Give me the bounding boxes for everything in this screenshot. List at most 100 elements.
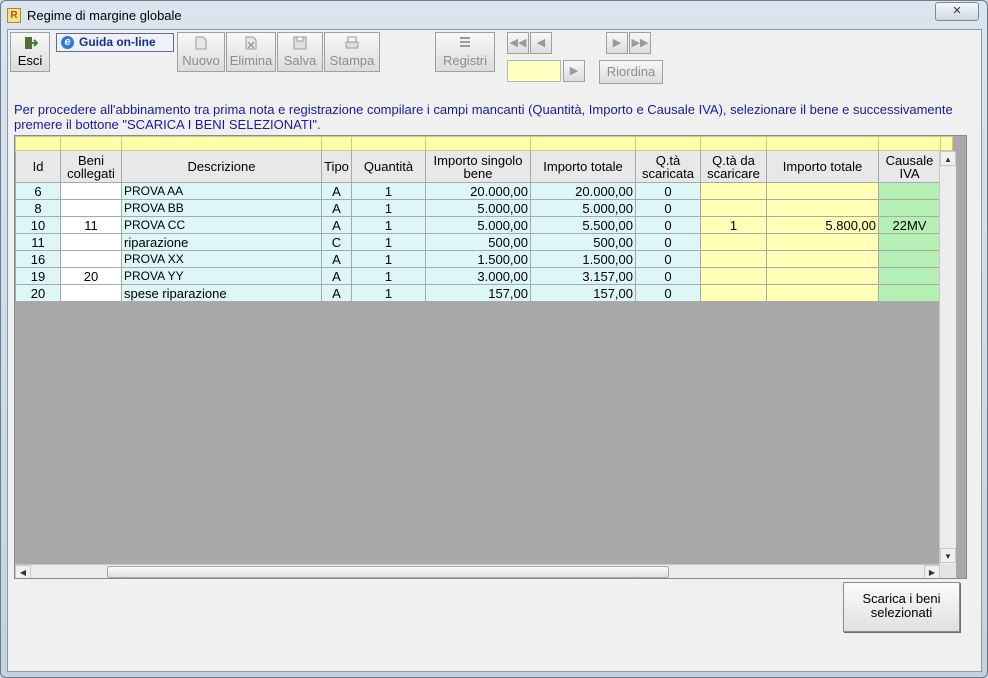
last-record-button[interactable]: ▶▶ — [629, 32, 651, 54]
instructions-text: Per procedere all'abbinamento tra prima … — [14, 102, 953, 132]
filter-row — [15, 136, 954, 151]
cell-qta-da-scaricare[interactable] — [700, 233, 767, 251]
guida-online-button[interactable]: e Guida on-line — [56, 33, 174, 52]
cell-qta-da-scaricare[interactable] — [700, 199, 767, 217]
cell-quantita: 1 — [351, 284, 426, 302]
table-row[interactable]: 1920PROVA YYA13.000,003.157,0003 — [15, 267, 954, 285]
cell-importo-singolo: 5.000,00 — [425, 216, 531, 234]
cell-importo-totale: 20.000,00 — [530, 182, 636, 200]
table-row[interactable]: 10 11 PROVA CC A 1 5.000,00 5.500,00 0 1 5.800,00… — [15, 216, 954, 234]
table-row[interactable]: 6PROVA AAA120.000,0020.000,0003 — [15, 182, 954, 200]
cell-causale-iva[interactable] — [878, 284, 941, 302]
cell-importo-totale-scarico[interactable]: 5.800,00 — [766, 216, 879, 234]
cell-causale-iva[interactable] — [878, 233, 941, 251]
cell-causale-iva[interactable] — [878, 182, 941, 200]
cell-qta-scaricata: 0 — [635, 182, 701, 200]
registri-button[interactable]: Registri — [435, 32, 495, 72]
table-row[interactable]: 16PROVA XXA11.500,001.500,0003 — [15, 250, 954, 268]
col-header-importo-singolo[interactable]: Importo singolo bene — [425, 150, 531, 183]
scroll-right-button[interactable]: ▶ — [924, 565, 940, 578]
col-header-qta-scaricata[interactable]: Q.tà scaricata — [635, 150, 701, 183]
table-row[interactable]: 20spese riparazioneA1157,00157,0003 — [15, 284, 954, 302]
col-header-quantita[interactable]: Quantità — [351, 150, 426, 183]
printer-icon — [325, 35, 379, 53]
cell-importo-totale-scarico[interactable] — [766, 284, 879, 302]
riordina-button[interactable]: Riordina — [599, 60, 663, 84]
cell-id: 16 — [15, 250, 61, 268]
cell-descrizione: PROVA XX — [121, 250, 322, 268]
cell-importo-totale-scarico[interactable] — [766, 250, 879, 268]
col-header-tipo[interactable]: Tipo — [321, 150, 352, 183]
next-record-button[interactable]: ▶ — [606, 32, 628, 54]
first-record-button[interactable]: ◀◀ — [507, 32, 529, 54]
cell-importo-totale-scarico[interactable] — [766, 233, 879, 251]
elimina-button[interactable]: Elimina — [226, 32, 276, 72]
cell-qta-da-scaricare[interactable] — [700, 284, 767, 302]
horizontal-scroll-thumb[interactable] — [107, 566, 669, 578]
internet-explorer-icon: e — [61, 36, 74, 49]
col-header-beni-collegati[interactable]: Beni collegati — [60, 150, 122, 183]
cell-id: 8 — [15, 199, 61, 217]
cell-tipo: A — [321, 250, 352, 268]
cell-beni-collegati: 11 — [60, 216, 122, 234]
vertical-scrollbar[interactable]: ▲ ▼ — [939, 151, 956, 564]
cell-id: 6 — [15, 182, 61, 200]
beni-table: Id Beni collegati Descrizione Tipo Quantità I… — [15, 136, 954, 302]
cell-tipo: C — [321, 233, 352, 251]
esci-label: Esci — [17, 53, 43, 68]
cell-qta-da-scaricare[interactable] — [700, 182, 767, 200]
scroll-up-button[interactable]: ▲ — [940, 151, 956, 166]
cell-causale-iva[interactable]: 22MV — [878, 216, 941, 234]
down-arrow-icon: ▼ — [944, 552, 952, 561]
scarica-beni-selezionati-button[interactable]: Scarica i beni selezionati — [843, 582, 960, 632]
cell-importo-totale-scarico[interactable] — [766, 199, 879, 217]
cell-importo-singolo: 1.500,00 — [425, 250, 531, 268]
cell-quantita: 1 — [351, 233, 426, 251]
cell-descrizione: riparazione — [121, 233, 322, 251]
col-header-descrizione[interactable]: Descrizione — [121, 150, 322, 183]
cell-importo-totale: 500,00 — [530, 233, 636, 251]
cell-tipo: A — [321, 199, 352, 217]
horizontal-scrollbar[interactable]: ◀ ▶ — [15, 564, 940, 578]
scroll-down-button[interactable]: ▼ — [940, 548, 956, 563]
cell-beni-collegati: 20 — [60, 267, 122, 285]
cell-qta-da-scaricare[interactable] — [700, 267, 767, 285]
cell-importo-totale-scarico[interactable] — [766, 182, 879, 200]
stampa-button[interactable]: Stampa — [324, 32, 380, 72]
salva-button[interactable]: Salva — [277, 32, 323, 72]
cell-beni-collegati — [60, 284, 122, 302]
col-header-causale-iva[interactable]: Causale IVA — [878, 150, 941, 183]
table-row[interactable]: 8PROVA BBA15.000,005.000,0002 — [15, 199, 954, 217]
cell-importo-singolo: 500,00 — [425, 233, 531, 251]
prev-arrow-icon: ◀ — [536, 37, 546, 49]
goto-record-button[interactable]: ▶ — [563, 60, 585, 82]
cell-id: 19 — [15, 267, 61, 285]
table-row[interactable]: 11riparazioneC1500,00500,0003 — [15, 233, 954, 251]
cell-importo-totale: 1.500,00 — [530, 250, 636, 268]
cell-causale-iva[interactable] — [878, 250, 941, 268]
record-number-input[interactable] — [507, 60, 561, 82]
cell-id: 10 — [15, 216, 61, 234]
cell-qta-scaricata: 0 — [635, 199, 701, 217]
col-header-id[interactable]: Id — [15, 150, 61, 183]
client-area: Esci e Guida on-line Nuovo Elimina Salva — [7, 29, 982, 672]
window-title: Regime di margine globale — [27, 8, 182, 23]
main-window: R Regime di margine globale × Esci e Gui… — [0, 0, 988, 678]
col-header-importo-totale[interactable]: Importo totale — [530, 150, 636, 183]
col-header-qta-da-scaricare[interactable]: Q.tà da scaricare — [700, 150, 767, 183]
cell-quantita: 1 — [351, 182, 426, 200]
col-header-importo-totale-scarico[interactable]: Importo totale — [766, 150, 879, 183]
esci-button[interactable]: Esci — [10, 32, 50, 72]
close-button[interactable]: × — [935, 2, 979, 21]
cell-causale-iva[interactable] — [878, 199, 941, 217]
scroll-left-button[interactable]: ◀ — [15, 565, 31, 578]
cell-importo-totale-scarico[interactable] — [766, 267, 879, 285]
nuovo-button[interactable]: Nuovo — [177, 32, 225, 72]
prev-record-button[interactable]: ◀ — [530, 32, 552, 54]
cell-importo-totale: 157,00 — [530, 284, 636, 302]
up-arrow-icon: ▲ — [944, 155, 952, 164]
cell-qta-da-scaricare[interactable]: 1 — [700, 216, 767, 234]
first-arrow-icon: ◀◀ — [509, 37, 527, 49]
cell-qta-da-scaricare[interactable] — [700, 250, 767, 268]
cell-causale-iva[interactable] — [878, 267, 941, 285]
